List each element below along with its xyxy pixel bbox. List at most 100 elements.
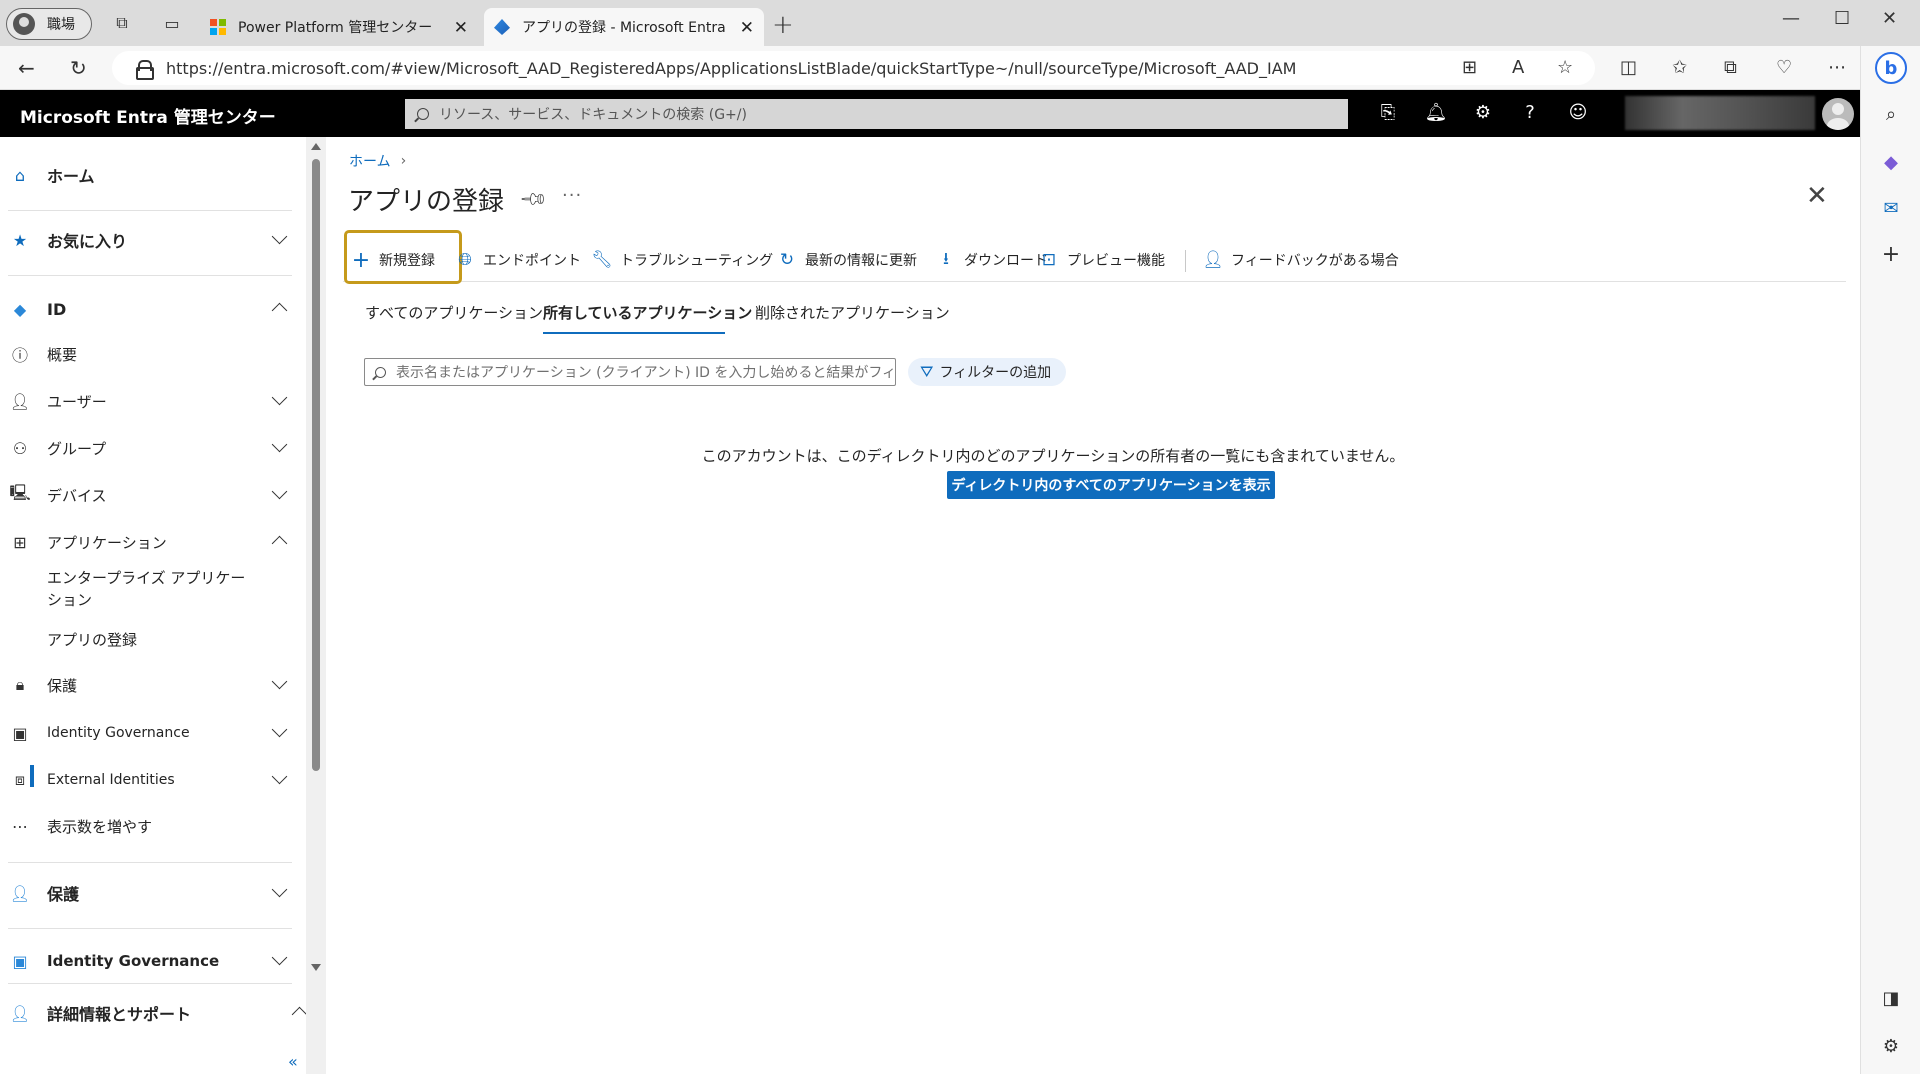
- window-close-icon[interactable]: ✕: [1882, 8, 1897, 29]
- sidebar-item-protection-section[interactable]: 👤︎ 保護: [0, 881, 300, 905]
- close-tab-icon[interactable]: ✕: [740, 18, 754, 38]
- close-blade-icon[interactable]: ✕: [1806, 181, 1828, 211]
- sidebar-item-favorites[interactable]: ★ お気に入り: [0, 228, 300, 252]
- sidebar-item-home[interactable]: ⌂ ホーム: [0, 163, 300, 187]
- new-registration-button[interactable]: + 新規登録: [344, 230, 462, 284]
- sidebar-item-enterprise-apps[interactable]: エンタープライズ アプリケー ション: [0, 567, 300, 611]
- chevron-down-icon[interactable]: [272, 486, 286, 500]
- favorite-star-icon[interactable]: ☆: [1557, 57, 1573, 78]
- profile-button[interactable]: 職場: [6, 8, 92, 40]
- url-input[interactable]: https://entra.microsoft.com/#view/Micros…: [112, 51, 1595, 85]
- filter-search-input[interactable]: 表示名またはアプリケーション (クライアント) ID を入力し始めると結果がフィ…: [364, 358, 896, 386]
- microsoft-365-icon[interactable]: ◆: [1879, 150, 1903, 174]
- refresh-icon[interactable]: ↻: [70, 56, 87, 80]
- sidebar-item-app-registrations[interactable]: アプリの登録: [0, 628, 300, 650]
- add-filter-button[interactable]: ⛛ フィルターの追加: [908, 358, 1066, 386]
- sidebar-item-users[interactable]: 👤︎ ユーザー: [0, 390, 300, 412]
- chevron-down-icon[interactable]: [272, 952, 286, 966]
- chevron-down-icon[interactable]: [272, 439, 286, 453]
- feedback-person-icon: 👤︎: [1202, 250, 1224, 270]
- account-name-blurred[interactable]: [1625, 96, 1815, 130]
- tab-actions-icon[interactable]: ▭: [162, 13, 182, 33]
- tab-owned-applications[interactable]: 所有しているアプリケーション: [543, 302, 752, 323]
- global-search-input[interactable]: リソース、サービス、ドキュメントの検索 (G+/): [405, 99, 1348, 129]
- show-all-applications-button[interactable]: ディレクトリ内のすべてのアプリケーションを表示: [947, 471, 1275, 499]
- info-icon: ⓘ: [11, 346, 28, 365]
- sidebar-item-groups[interactable]: ⚇ グループ: [0, 437, 300, 459]
- chevron-down-icon[interactable]: [272, 231, 286, 245]
- divider: [8, 928, 292, 929]
- sidebar-item-governance-section[interactable]: ▣ Identity Governance: [0, 949, 300, 973]
- endpoints-button[interactable]: 🌐︎ エンドポイント: [455, 244, 581, 276]
- close-tab-icon[interactable]: ✕: [454, 18, 468, 38]
- chevron-down-icon[interactable]: [272, 771, 286, 785]
- scrollbar-thumb[interactable]: [312, 159, 320, 771]
- chevron-down-icon[interactable]: [272, 884, 286, 898]
- search-icon[interactable]: ⌕: [1879, 102, 1903, 126]
- collapse-sidebar-icon[interactable]: «: [288, 1052, 298, 1071]
- chevron-up-icon[interactable]: [292, 1004, 306, 1018]
- chevron-down-icon[interactable]: [272, 724, 286, 738]
- preview-icon: ⊡: [1041, 250, 1057, 270]
- sidebar-item-show-more[interactable]: ⋯ 表示数を増やす: [0, 815, 300, 837]
- sidebar-settings-icon[interactable]: ⚙: [1879, 1034, 1903, 1058]
- tab-title: アプリの登録 - Microsoft Entra 管: [522, 20, 728, 36]
- hide-sidebar-icon[interactable]: ◨: [1879, 986, 1903, 1010]
- tab-deleted-applications[interactable]: 削除されたアプリケーション: [755, 302, 950, 323]
- chevron-up-icon[interactable]: [272, 533, 286, 547]
- split-screen-icon[interactable]: ◫: [1620, 57, 1637, 78]
- preview-features-button[interactable]: ⊡ プレビュー機能: [1039, 244, 1165, 276]
- sidebar-item-id[interactable]: ◆ ID: [0, 297, 300, 321]
- breadcrumb-home-link[interactable]: ホーム: [349, 151, 391, 171]
- chevron-down-icon[interactable]: [272, 676, 286, 690]
- chevron-up-icon[interactable]: [272, 300, 286, 314]
- workspaces-icon[interactable]: ⧉: [112, 13, 132, 33]
- browser-essentials-icon[interactable]: ♡: [1776, 57, 1792, 78]
- sidebar-item-protection[interactable]: 🔒︎ 保護: [0, 674, 300, 696]
- notifications-bell-icon[interactable]: 🔔︎: [1424, 102, 1448, 123]
- cloud-shell-icon[interactable]: ⎘: [1376, 102, 1400, 123]
- tab-power-platform[interactable]: Power Platform 管理センター ✕: [200, 8, 478, 46]
- sidebar-item-overview[interactable]: ⓘ 概要: [0, 343, 300, 366]
- download-button[interactable]: ⭳ ダウンロード: [936, 244, 1048, 276]
- portal-title[interactable]: Microsoft Entra 管理センター: [20, 103, 276, 128]
- back-icon[interactable]: ←: [18, 56, 35, 80]
- feedback-button[interactable]: 👤︎ フィードバックがある場合: [1202, 244, 1399, 276]
- feedback-icon[interactable]: ☺: [1566, 102, 1590, 123]
- outlook-icon[interactable]: ✉: [1879, 196, 1903, 220]
- divider: [8, 275, 292, 276]
- sidebar-item-applications[interactable]: ⊞ アプリケーション: [0, 531, 300, 553]
- preview-label: プレビュー機能: [1067, 253, 1165, 269]
- star-icon: ★: [12, 230, 28, 250]
- new-tab-icon[interactable]: +: [772, 10, 794, 40]
- settings-more-icon[interactable]: ⋯: [1828, 57, 1846, 78]
- sidebar-scrollbar[interactable]: [306, 137, 326, 1074]
- sidebar-item-identity-governance[interactable]: ▣ Identity Governance: [0, 722, 300, 744]
- group-icon: ⚇: [12, 438, 28, 458]
- tab-all-applications[interactable]: すべてのアプリケーション: [365, 302, 543, 323]
- pin-icon[interactable]: 📌︎: [518, 184, 549, 215]
- add-sidebar-app-icon[interactable]: +: [1879, 242, 1903, 267]
- scroll-up-icon[interactable]: [311, 143, 321, 150]
- account-avatar[interactable]: [1822, 98, 1854, 130]
- sidebar-item-support-section[interactable]: 👤︎ 詳細情報とサポート: [0, 1001, 320, 1025]
- scroll-down-icon[interactable]: [311, 964, 321, 971]
- sidebar-item-external-identities[interactable]: ⧈ External Identities: [0, 769, 300, 791]
- sidebar-item-label: お気に入り: [47, 232, 128, 251]
- divider: [8, 862, 292, 863]
- collections-icon[interactable]: ⧉: [1724, 57, 1737, 78]
- app-available-icon[interactable]: ⊞: [1462, 57, 1477, 78]
- refresh-button[interactable]: ↻ 最新の情報に更新: [777, 244, 917, 276]
- favorites-icon[interactable]: ✩: [1672, 57, 1687, 78]
- more-options-icon[interactable]: ···: [562, 185, 582, 206]
- help-icon[interactable]: ?: [1518, 102, 1542, 123]
- maximize-icon[interactable]: ☐: [1834, 8, 1850, 29]
- troubleshooting-button[interactable]: 🔧︎ トラブルシューティング: [591, 244, 773, 276]
- sidebar-item-devices[interactable]: 🖳︎ デバイス: [0, 483, 300, 506]
- tab-app-registrations[interactable]: アプリの登録 - Microsoft Entra 管 ✕: [484, 8, 764, 46]
- bing-copilot-icon[interactable]: b: [1875, 52, 1907, 84]
- chevron-down-icon[interactable]: [272, 392, 286, 406]
- settings-gear-icon[interactable]: ⚙: [1471, 102, 1495, 123]
- read-aloud-icon[interactable]: A: [1512, 57, 1524, 78]
- minimize-icon[interactable]: —: [1782, 8, 1800, 29]
